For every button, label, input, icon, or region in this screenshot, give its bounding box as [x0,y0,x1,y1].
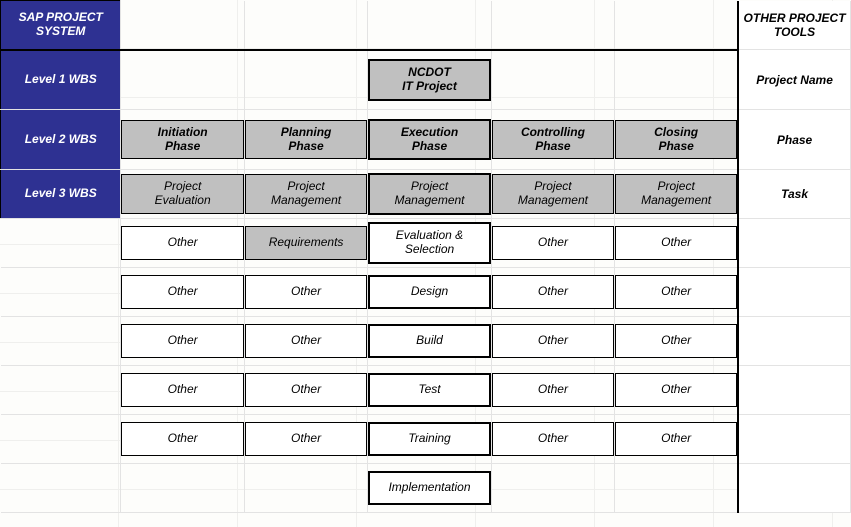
task-cell: Project Management [368,173,490,215]
task-cell: Other [615,422,737,456]
task-cell: Training [368,422,490,456]
task-cell: Other [492,226,614,260]
level3-row-7: Implementation [1,464,851,513]
task-cell: Test [368,373,490,407]
project-title-box: NCDOT IT Project [368,59,490,101]
level3-label: Level 3 WBS [25,186,97,200]
task-cell: Other [615,373,737,407]
level2-label: Level 2 WBS [25,132,97,146]
task-cell: Other [121,275,243,309]
level2-right: Phase [777,133,812,147]
task-cell: Other [121,422,243,456]
task-cell: Other [121,373,243,407]
header-row: SAP PROJECT SYSTEM OTHER PROJECT TOOLS [1,1,851,50]
task-cell: Project Management [492,174,614,214]
level3-row-3: Other Other Design Other Other [1,268,851,317]
task-cell: Other [245,422,367,456]
task-cell: Implementation [368,471,490,505]
phase-planning: Planning Phase [245,120,367,160]
phase-closing: Closing Phase [615,120,737,160]
level3-row-4: Other Other Build Other Other [1,317,851,366]
level1-right: Project Name [756,73,833,87]
task-cell: Design [368,275,490,309]
task-cell: Other [245,324,367,358]
task-cell: Build [368,324,490,358]
task-cell: Other [615,226,737,260]
task-cell: Other [121,226,243,260]
level2-row: Level 2 WBS Initiation Phase Planning Ph… [1,110,851,170]
task-cell: Project Evaluation [121,174,243,214]
task-cell: Requirements [245,226,367,260]
task-cell: Project Management [615,174,737,214]
level3-right: Task [781,187,808,201]
task-cell: Other [121,324,243,358]
task-cell: Project Management [245,174,367,214]
task-cell: Other [245,275,367,309]
project-title: NCDOT IT Project [402,66,457,94]
level3-row-2: Other Requirements Evaluation & Selectio… [1,219,851,268]
header-right: OTHER PROJECT TOOLS [744,11,846,39]
level3-row-6: Other Other Training Other Other [1,415,851,464]
task-cell: Other [492,373,614,407]
phase-execution: Execution Phase [368,119,490,161]
task-cell: Other [492,324,614,358]
task-cell: Other [492,275,614,309]
task-cell: Other [615,275,737,309]
level3-row-1: Level 3 WBS Project Evaluation Project M… [1,170,851,219]
task-cell: Other [615,324,737,358]
level1-label: Level 1 WBS [25,72,97,86]
phase-controlling: Controlling Phase [492,120,614,160]
level1-row: Level 1 WBS NCDOT IT Project Project Nam… [1,50,851,110]
level3-row-5: Other Other Test Other Other [1,366,851,415]
task-cell: Evaluation & Selection [368,222,490,264]
wbs-grid: SAP PROJECT SYSTEM OTHER PROJECT TOOLS L… [0,0,851,513]
phase-initiation: Initiation Phase [121,120,243,160]
header-left: SAP PROJECT SYSTEM [19,10,103,38]
task-cell: Other [492,422,614,456]
task-cell: Other [245,373,367,407]
